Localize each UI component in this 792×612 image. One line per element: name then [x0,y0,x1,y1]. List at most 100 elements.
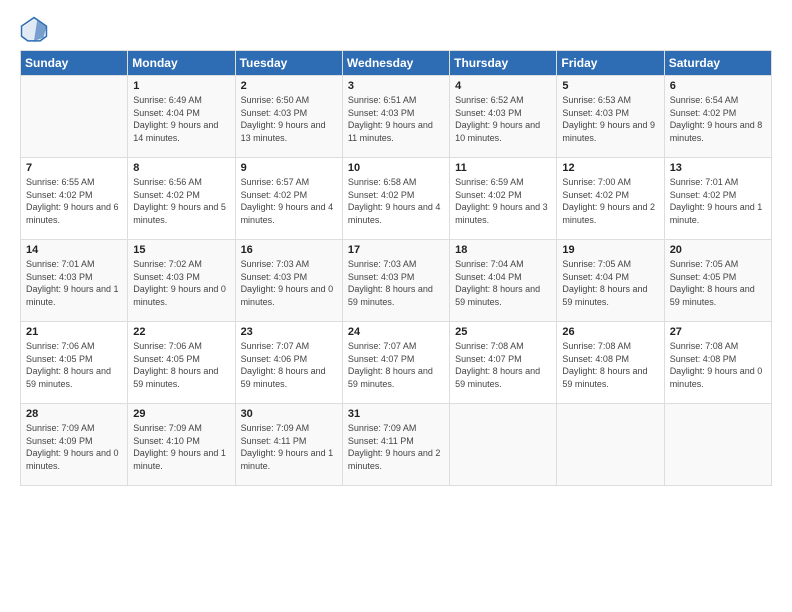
day-info: Sunrise: 7:03 AMSunset: 4:03 PMDaylight:… [348,258,444,308]
calendar-table: SundayMondayTuesdayWednesdayThursdayFrid… [20,50,772,486]
calendar-cell [664,404,771,486]
day-number: 6 [670,80,766,92]
day-number: 20 [670,244,766,256]
calendar-cell: 24 Sunrise: 7:07 AMSunset: 4:07 PMDaylig… [342,322,449,404]
day-number: 14 [26,244,122,256]
calendar-cell: 23 Sunrise: 7:07 AMSunset: 4:06 PMDaylig… [235,322,342,404]
day-info: Sunrise: 7:09 AMSunset: 4:11 PMDaylight:… [348,422,444,472]
page-container: SundayMondayTuesdayWednesdayThursdayFrid… [0,0,792,496]
day-number: 18 [455,244,551,256]
logo-icon [20,16,48,44]
day-number: 2 [241,80,337,92]
day-info: Sunrise: 6:54 AMSunset: 4:02 PMDaylight:… [670,94,766,144]
day-number: 4 [455,80,551,92]
day-info: Sunrise: 7:05 AMSunset: 4:05 PMDaylight:… [670,258,766,308]
calendar-cell: 15 Sunrise: 7:02 AMSunset: 4:03 PMDaylig… [128,240,235,322]
weekday-header-tuesday: Tuesday [235,51,342,76]
day-info: Sunrise: 7:01 AMSunset: 4:03 PMDaylight:… [26,258,122,308]
day-info: Sunrise: 7:08 AMSunset: 4:07 PMDaylight:… [455,340,551,390]
calendar-cell: 25 Sunrise: 7:08 AMSunset: 4:07 PMDaylig… [450,322,557,404]
day-number: 31 [348,408,444,420]
calendar-cell: 31 Sunrise: 7:09 AMSunset: 4:11 PMDaylig… [342,404,449,486]
calendar-cell [557,404,664,486]
calendar-cell: 20 Sunrise: 7:05 AMSunset: 4:05 PMDaylig… [664,240,771,322]
calendar-cell: 17 Sunrise: 7:03 AMSunset: 4:03 PMDaylig… [342,240,449,322]
day-info: Sunrise: 7:07 AMSunset: 4:06 PMDaylight:… [241,340,337,390]
day-number: 9 [241,162,337,174]
day-number: 15 [133,244,229,256]
logo [20,16,52,44]
calendar-week-2: 7 Sunrise: 6:55 AMSunset: 4:02 PMDayligh… [21,158,772,240]
calendar-cell: 16 Sunrise: 7:03 AMSunset: 4:03 PMDaylig… [235,240,342,322]
calendar-cell: 26 Sunrise: 7:08 AMSunset: 4:08 PMDaylig… [557,322,664,404]
day-info: Sunrise: 6:50 AMSunset: 4:03 PMDaylight:… [241,94,337,144]
calendar-cell: 7 Sunrise: 6:55 AMSunset: 4:02 PMDayligh… [21,158,128,240]
day-info: Sunrise: 7:03 AMSunset: 4:03 PMDaylight:… [241,258,337,308]
weekday-header-sunday: Sunday [21,51,128,76]
day-number: 3 [348,80,444,92]
header [20,16,772,44]
calendar-cell: 28 Sunrise: 7:09 AMSunset: 4:09 PMDaylig… [21,404,128,486]
day-info: Sunrise: 6:58 AMSunset: 4:02 PMDaylight:… [348,176,444,226]
day-number: 25 [455,326,551,338]
day-info: Sunrise: 6:59 AMSunset: 4:02 PMDaylight:… [455,176,551,226]
calendar-cell: 29 Sunrise: 7:09 AMSunset: 4:10 PMDaylig… [128,404,235,486]
day-info: Sunrise: 7:07 AMSunset: 4:07 PMDaylight:… [348,340,444,390]
calendar-week-4: 21 Sunrise: 7:06 AMSunset: 4:05 PMDaylig… [21,322,772,404]
weekday-header-row: SundayMondayTuesdayWednesdayThursdayFrid… [21,51,772,76]
day-info: Sunrise: 6:52 AMSunset: 4:03 PMDaylight:… [455,94,551,144]
day-info: Sunrise: 7:08 AMSunset: 4:08 PMDaylight:… [562,340,658,390]
calendar-cell: 4 Sunrise: 6:52 AMSunset: 4:03 PMDayligh… [450,76,557,158]
day-number: 17 [348,244,444,256]
day-number: 27 [670,326,766,338]
day-number: 16 [241,244,337,256]
weekday-header-monday: Monday [128,51,235,76]
day-number: 12 [562,162,658,174]
calendar-cell: 30 Sunrise: 7:09 AMSunset: 4:11 PMDaylig… [235,404,342,486]
day-info: Sunrise: 7:01 AMSunset: 4:02 PMDaylight:… [670,176,766,226]
calendar-cell: 8 Sunrise: 6:56 AMSunset: 4:02 PMDayligh… [128,158,235,240]
day-number: 13 [670,162,766,174]
day-info: Sunrise: 7:04 AMSunset: 4:04 PMDaylight:… [455,258,551,308]
calendar-week-3: 14 Sunrise: 7:01 AMSunset: 4:03 PMDaylig… [21,240,772,322]
calendar-cell [21,76,128,158]
day-number: 30 [241,408,337,420]
day-info: Sunrise: 7:09 AMSunset: 4:11 PMDaylight:… [241,422,337,472]
day-info: Sunrise: 7:08 AMSunset: 4:08 PMDaylight:… [670,340,766,390]
day-number: 11 [455,162,551,174]
day-info: Sunrise: 6:53 AMSunset: 4:03 PMDaylight:… [562,94,658,144]
calendar-cell: 2 Sunrise: 6:50 AMSunset: 4:03 PMDayligh… [235,76,342,158]
calendar-cell: 21 Sunrise: 7:06 AMSunset: 4:05 PMDaylig… [21,322,128,404]
day-number: 5 [562,80,658,92]
day-info: Sunrise: 7:09 AMSunset: 4:10 PMDaylight:… [133,422,229,472]
weekday-header-friday: Friday [557,51,664,76]
calendar-cell: 9 Sunrise: 6:57 AMSunset: 4:02 PMDayligh… [235,158,342,240]
day-info: Sunrise: 6:56 AMSunset: 4:02 PMDaylight:… [133,176,229,226]
day-info: Sunrise: 7:02 AMSunset: 4:03 PMDaylight:… [133,258,229,308]
day-info: Sunrise: 6:55 AMSunset: 4:02 PMDaylight:… [26,176,122,226]
day-info: Sunrise: 6:57 AMSunset: 4:02 PMDaylight:… [241,176,337,226]
day-info: Sunrise: 7:06 AMSunset: 4:05 PMDaylight:… [133,340,229,390]
calendar-cell: 14 Sunrise: 7:01 AMSunset: 4:03 PMDaylig… [21,240,128,322]
day-number: 22 [133,326,229,338]
day-info: Sunrise: 6:49 AMSunset: 4:04 PMDaylight:… [133,94,229,144]
day-info: Sunrise: 6:51 AMSunset: 4:03 PMDaylight:… [348,94,444,144]
day-number: 19 [562,244,658,256]
day-info: Sunrise: 7:05 AMSunset: 4:04 PMDaylight:… [562,258,658,308]
calendar-cell: 3 Sunrise: 6:51 AMSunset: 4:03 PMDayligh… [342,76,449,158]
weekday-header-saturday: Saturday [664,51,771,76]
day-number: 23 [241,326,337,338]
day-number: 29 [133,408,229,420]
calendar-week-1: 1 Sunrise: 6:49 AMSunset: 4:04 PMDayligh… [21,76,772,158]
calendar-week-5: 28 Sunrise: 7:09 AMSunset: 4:09 PMDaylig… [21,404,772,486]
day-number: 8 [133,162,229,174]
day-number: 26 [562,326,658,338]
calendar-cell: 10 Sunrise: 6:58 AMSunset: 4:02 PMDaylig… [342,158,449,240]
calendar-cell: 19 Sunrise: 7:05 AMSunset: 4:04 PMDaylig… [557,240,664,322]
calendar-cell: 18 Sunrise: 7:04 AMSunset: 4:04 PMDaylig… [450,240,557,322]
day-info: Sunrise: 7:09 AMSunset: 4:09 PMDaylight:… [26,422,122,472]
weekday-header-wednesday: Wednesday [342,51,449,76]
calendar-cell: 11 Sunrise: 6:59 AMSunset: 4:02 PMDaylig… [450,158,557,240]
calendar-cell: 13 Sunrise: 7:01 AMSunset: 4:02 PMDaylig… [664,158,771,240]
day-info: Sunrise: 7:00 AMSunset: 4:02 PMDaylight:… [562,176,658,226]
